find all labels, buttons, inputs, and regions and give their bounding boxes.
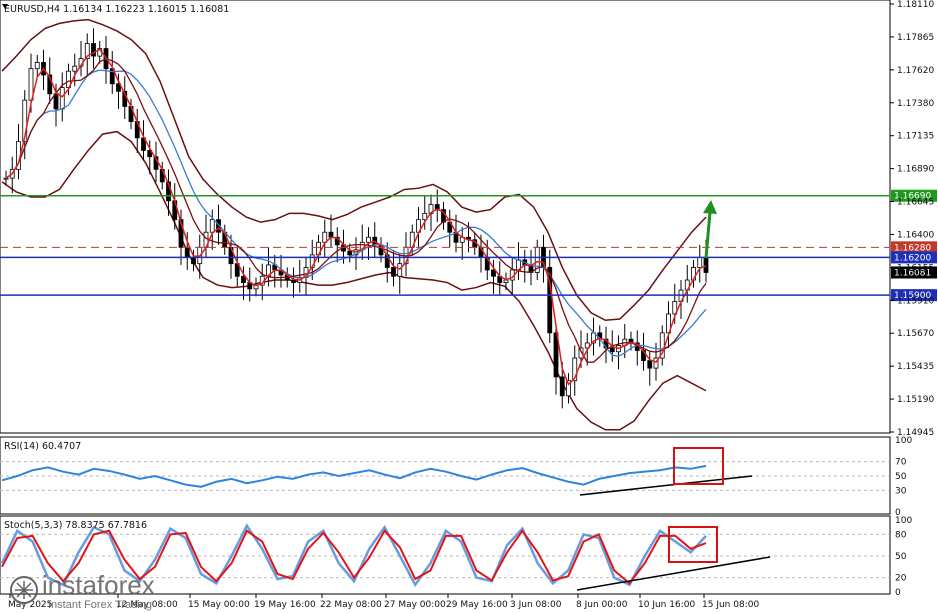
price-tick-label: 1.15435: [897, 362, 934, 372]
time-tick-label: 8 Jun 00:00: [576, 600, 628, 610]
time-tick-label: 3 Jun 08:00: [510, 600, 562, 610]
price-tick-label: 1.15910: [897, 296, 934, 306]
candle-body: [366, 236, 371, 243]
candle-body: [53, 93, 59, 110]
price-tick-label: 1.15670: [897, 329, 934, 339]
candle-body: [191, 256, 196, 265]
price-tick-label: 1.15190: [897, 395, 934, 405]
rsi-scale-label: 100: [895, 436, 912, 446]
watermark-brand: instaforex: [42, 570, 155, 600]
price-tick-label: 1.17380: [897, 99, 934, 109]
candle-body: [703, 256, 709, 273]
price-tick-label: 1.17865: [897, 33, 934, 43]
time-tick-label: 15 Jun 08:00: [702, 600, 759, 610]
candle-body: [291, 279, 296, 283]
price-tick-label: 1.16400: [897, 230, 934, 240]
time-tick-label: 22 May 08:00: [320, 600, 382, 610]
rsi-scale-label: 70: [895, 458, 907, 468]
time-tick-label: 29 May 16:00: [446, 600, 508, 610]
candle-body: [3, 177, 9, 180]
rsi-scale-label: 50: [895, 472, 907, 482]
stoch-scale-label: 0: [895, 588, 901, 598]
watermark-tagline: Instant Forex Trading: [48, 599, 152, 611]
candle-body: [391, 267, 396, 277]
price-tick-label: 1.16645: [897, 198, 934, 208]
stoch-scale-label: 20: [895, 574, 907, 584]
price-tick-label: 1.17620: [897, 66, 934, 76]
candle-body: [209, 219, 215, 233]
stoch-scale-label: 80: [895, 530, 907, 540]
rsi-panel: 1007050300 RSI(14) 60.4707: [0, 436, 912, 518]
stoch-scale-label: 50: [895, 552, 907, 562]
candle-body: [609, 347, 615, 353]
price-tick-label: 1.17135: [897, 132, 934, 142]
level-price-label: 1.16200: [894, 253, 931, 263]
candle-body: [34, 61, 40, 70]
candle-body: [697, 256, 703, 268]
main-price-panel: 1.166901.162801.162001.160811.15900 1.18…: [0, 0, 937, 438]
price-tick-label: 1.16890: [897, 165, 934, 175]
time-tick-label: 15 May 00:00: [188, 600, 250, 610]
candle-body: [59, 87, 65, 110]
rsi-label: RSI(14) 60.4707: [4, 441, 81, 452]
rsi-scale-label: 30: [895, 486, 907, 496]
time-tick-label: 27 May 00:00: [384, 600, 446, 610]
time-tick-label: 19 May 16:00: [254, 600, 316, 610]
chart-header-ohlc: EURUSD,H4 1.16134 1.16223 1.16015 1.1608…: [4, 4, 229, 15]
price-tick-label: 1.16155: [897, 263, 934, 273]
candle-body: [559, 376, 565, 397]
candle-body: [397, 263, 403, 277]
time-tick-label: 10 Jun 16:00: [638, 600, 695, 610]
candle-body: [347, 250, 353, 256]
candle-body: [184, 246, 190, 258]
candle-body: [647, 360, 653, 369]
price-tick-label: 1.18110: [897, 0, 934, 10]
stoch-label: Stoch(5,3,3) 78.8375 67.7816: [4, 520, 147, 531]
eurusd-h4-chart: 1.166901.162801.162001.160811.15900 1.18…: [0, 0, 937, 611]
candle-body: [503, 279, 509, 283]
candle-body: [72, 65, 78, 72]
stoch-scale-label: 100: [895, 516, 912, 526]
candle-body: [322, 231, 328, 243]
